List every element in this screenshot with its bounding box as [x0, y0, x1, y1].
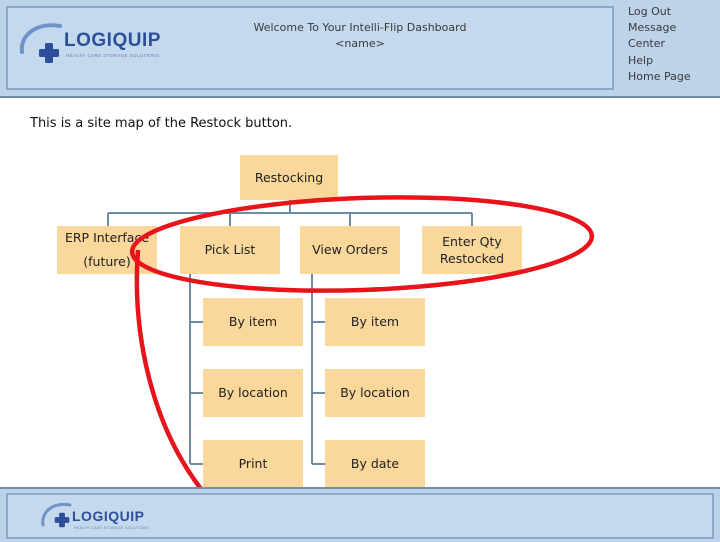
- view-by-item-node: By item: [325, 298, 425, 346]
- pick-list-node: Pick List: [180, 226, 280, 274]
- restocking-node: Restocking: [240, 155, 338, 200]
- pick-by-item-node: By item: [203, 298, 303, 346]
- footer-logiquip-logo[interactable]: LOGIQUIP HEALTH CARE STORAGE SOLUTIONS: [40, 502, 160, 539]
- footer-logo-tagline: HEALTH CARE STORAGE SOLUTIONS: [74, 526, 150, 530]
- view-by-location-node: By location: [325, 369, 425, 417]
- view-by-date-node: By date: [325, 440, 425, 488]
- footer-logo-wordmark: LOGIQUIP: [72, 508, 145, 524]
- pick-print-node: Print: [203, 440, 303, 488]
- pick-by-location-node: By location: [203, 369, 303, 417]
- footer-medical-cross-icon: [54, 512, 70, 528]
- footer-bar: LOGIQUIP HEALTH CARE STORAGE SOLUTIONS: [0, 487, 720, 542]
- enter-qty-restocked-node: Enter Qty Restocked: [422, 226, 522, 274]
- enter-qty-label: Enter Qty: [442, 234, 502, 249]
- view-orders-node: View Orders: [300, 226, 400, 274]
- erp-future-label: (future): [83, 254, 131, 269]
- restocked-label: Restocked: [439, 251, 505, 266]
- erp-interface-label: ERP Interface: [64, 230, 150, 245]
- erp-interface-node: ERP Interface (future): [57, 226, 157, 274]
